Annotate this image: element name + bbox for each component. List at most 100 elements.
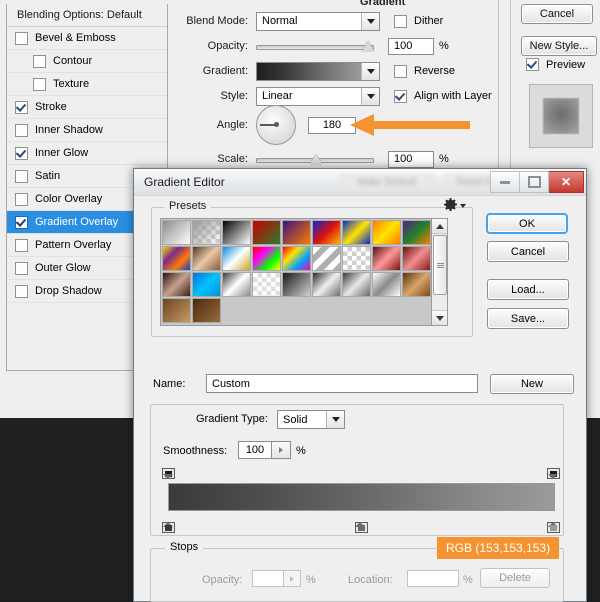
chevron-down-icon[interactable] — [326, 411, 344, 428]
checkbox-icon[interactable] — [15, 32, 28, 45]
gradient-preset-swatch[interactable] — [372, 272, 401, 297]
style-row-texture[interactable]: Texture — [7, 73, 167, 96]
ok-button[interactable]: OK — [486, 213, 568, 234]
load-button[interactable]: Load... — [487, 279, 569, 300]
gradient-strip[interactable] — [168, 483, 555, 511]
checkbox-icon[interactable] — [33, 78, 46, 91]
gradient-preset-swatch[interactable] — [282, 246, 311, 271]
reverse-checkbox[interactable]: Reverse — [394, 65, 455, 78]
smoothness-stepper[interactable] — [272, 441, 291, 459]
close-icon[interactable]: ✕ — [549, 171, 584, 193]
gradient-preview-bar[interactable] — [257, 63, 361, 80]
chevron-down-icon[interactable] — [361, 13, 379, 30]
preview-checkbox[interactable]: Preview — [526, 58, 585, 71]
style-row-stroke[interactable]: Stroke — [7, 96, 167, 119]
minimize-icon[interactable] — [490, 171, 520, 193]
style-row-bevel-emboss[interactable]: Bevel & Emboss — [7, 27, 167, 50]
checkbox-icon[interactable] — [15, 216, 28, 229]
name-input[interactable]: Custom — [206, 374, 478, 393]
gradient-preset-swatch[interactable] — [222, 246, 251, 271]
chevron-down-icon[interactable] — [361, 88, 379, 105]
gradient-preset-swatch[interactable] — [162, 246, 191, 271]
gradient-editor-cancel-button[interactable]: Cancel — [487, 241, 569, 262]
gradient-picker[interactable] — [256, 62, 380, 81]
checkbox-icon[interactable] — [15, 170, 28, 183]
gradient-preset-swatch[interactable] — [192, 246, 221, 271]
checkbox-icon[interactable] — [15, 101, 28, 114]
angle-input[interactable]: 180 — [308, 117, 356, 134]
align-with-layer-checkbox[interactable]: Align with Layer — [394, 90, 492, 103]
checkbox-icon[interactable] — [15, 239, 28, 252]
scroll-up-icon[interactable] — [432, 219, 447, 234]
gradient-preset-swatch[interactable] — [282, 220, 311, 245]
gradient-type-value: Solid — [278, 414, 326, 426]
scroll-down-icon[interactable] — [432, 310, 447, 325]
gradient-preset-swatch[interactable] — [192, 272, 221, 297]
gradient-preset-swatch[interactable] — [312, 246, 341, 271]
gradient-preset-swatch[interactable] — [402, 220, 431, 245]
maximize-icon[interactable] — [520, 171, 549, 193]
checkbox-icon[interactable] — [15, 262, 28, 275]
gradient-preset-swatch[interactable] — [252, 272, 281, 297]
checkbox-icon[interactable] — [15, 285, 28, 298]
save-button[interactable]: Save... — [487, 308, 569, 329]
gradient-type-select[interactable]: Solid — [277, 410, 345, 429]
gradient-preset-swatch[interactable] — [342, 246, 371, 271]
gear-icon[interactable] — [443, 198, 466, 213]
checkbox-icon[interactable] — [15, 147, 28, 160]
smoothness-input[interactable]: 100 — [238, 441, 272, 459]
scale-input[interactable]: 100 — [388, 151, 434, 168]
presets-scrollbar[interactable] — [431, 219, 447, 325]
gradient-preset-swatch[interactable] — [282, 272, 311, 297]
opacity-row: Opacity: 100 % — [174, 35, 510, 57]
scale-slider[interactable] — [256, 154, 374, 164]
gradient-preset-swatch[interactable] — [402, 272, 431, 297]
gradient-editor-titlebar[interactable]: Gradient Editor Make Default Reset to De… — [134, 169, 586, 196]
checkbox-icon[interactable] — [33, 55, 46, 68]
new-style-button[interactable]: New Style... — [521, 36, 597, 56]
opacity-slider-thumb[interactable] — [362, 41, 374, 51]
gradient-preset-swatch[interactable] — [372, 220, 401, 245]
style-row-label: Drop Shadow — [35, 280, 102, 302]
new-preset-button[interactable]: New — [490, 374, 574, 394]
presets-swatch-box[interactable] — [160, 218, 448, 326]
style-row-inner-glow[interactable]: Inner Glow — [7, 142, 167, 165]
style-row-contour[interactable]: Contour — [7, 50, 167, 73]
style-row-inner-shadow[interactable]: Inner Shadow — [7, 119, 167, 142]
opacity-stop-handle[interactable] — [162, 468, 175, 491]
cancel-button[interactable]: Cancel — [521, 4, 593, 24]
opacity-slider[interactable] — [256, 41, 374, 51]
gradient-preset-swatch[interactable] — [342, 220, 371, 245]
angle-dial[interactable] — [256, 105, 296, 145]
gradient-preset-swatch[interactable] — [372, 246, 401, 271]
gradient-preset-swatch[interactable] — [312, 220, 341, 245]
presets-swatch-grid[interactable] — [161, 219, 431, 325]
gradient-preset-swatch[interactable] — [252, 220, 281, 245]
gradient-preset-swatch[interactable] — [402, 246, 431, 271]
chevron-down-icon[interactable] — [361, 63, 379, 80]
blend-mode-select[interactable]: Normal — [256, 12, 380, 31]
checkbox-icon[interactable] — [15, 124, 28, 137]
gradient-preset-swatch[interactable] — [222, 220, 251, 245]
color-stop-handle[interactable] — [355, 510, 368, 533]
gradient-preset-swatch[interactable] — [162, 220, 191, 245]
scrollbar-thumb[interactable] — [433, 235, 447, 295]
gradient-preset-swatch[interactable] — [222, 272, 251, 297]
preview-label: Preview — [546, 59, 585, 71]
dither-checkbox[interactable]: Dither — [394, 15, 443, 28]
rgb-tooltip: RGB (153,153,153) — [437, 537, 559, 559]
gradient-preset-swatch[interactable] — [192, 220, 221, 245]
color-stop-handle[interactable] — [547, 510, 560, 533]
color-stop-handle[interactable] — [162, 510, 175, 533]
scale-slider-thumb[interactable] — [310, 154, 322, 164]
gradient-preset-swatch[interactable] — [252, 246, 281, 271]
style-select[interactable]: Linear — [256, 87, 380, 106]
gradient-preset-swatch[interactable] — [342, 272, 371, 297]
opacity-input[interactable]: 100 — [388, 38, 434, 55]
gradient-preset-swatch[interactable] — [162, 298, 191, 323]
gradient-preset-swatch[interactable] — [192, 298, 221, 323]
gradient-preset-swatch[interactable] — [312, 272, 341, 297]
checkbox-icon[interactable] — [15, 193, 28, 206]
gradient-preset-swatch[interactable] — [162, 272, 191, 297]
opacity-stop-handle[interactable] — [547, 468, 560, 491]
